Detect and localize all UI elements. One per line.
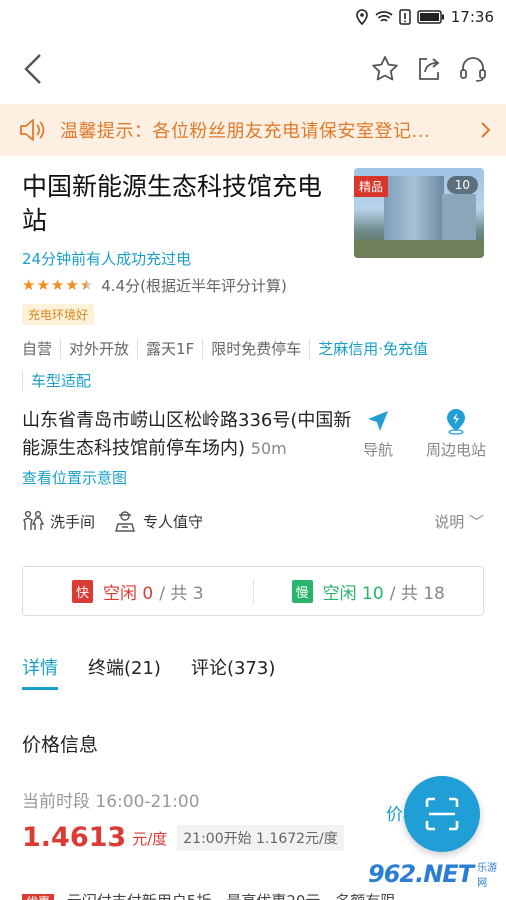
charging-ports: 快 空闲 0 / 共 3 慢 空闲 10 / 共 18 xyxy=(22,566,484,616)
rating-text: 4.4分(根据近半年评分计算) xyxy=(101,277,287,295)
chevron-left-icon xyxy=(24,54,41,84)
slow-badge: 慢 xyxy=(291,579,313,603)
fast-idle-count: 0 xyxy=(142,583,154,604)
star-outline-icon xyxy=(372,56,398,81)
nearby-station-icon xyxy=(447,409,465,435)
environment-tag: 充电环境好 xyxy=(22,304,95,325)
watermark: 962.NET 乐游网 xyxy=(368,854,500,894)
star-icon: ★ xyxy=(22,276,36,294)
facility-restroom-label: 洗手间 xyxy=(50,512,96,531)
price-section-title: 价格信息 xyxy=(22,734,99,756)
nearby-stations-button[interactable]: 周边电站 xyxy=(418,407,494,460)
station-title: 中国新能源生态科技馆充电站 xyxy=(22,172,323,235)
tab-details[interactable]: 详情 xyxy=(22,654,58,690)
station-info: 中国新能源生态科技馆充电站 精品 10 24分钟前有人成功充过电 ★ ★ ★ ★… xyxy=(0,156,506,532)
half-star-icon: ★ xyxy=(79,276,94,294)
promo-text: 云闪付支付新用户5折，最高优惠20元，名额有限 xyxy=(67,892,396,900)
back-button[interactable] xyxy=(18,54,48,84)
address-text: 山东省青岛市崂山区松岭路336号(中国新能源生态科技馆前停车场内) xyxy=(22,410,352,459)
rating-row: ★ ★ ★ ★ ★ 4.4分(根据近半年评分计算) xyxy=(22,275,484,296)
facility-staff: 专人值守 xyxy=(113,510,203,532)
photo-ground xyxy=(354,240,484,258)
station-tags: 自营 对外开放 露天1F 限时免费停车 芝麻信用·免充值 车型适配 xyxy=(22,339,484,391)
headset-icon xyxy=(460,57,486,82)
slow-idle-label: 空闲 10 xyxy=(323,579,384,604)
scan-icon xyxy=(425,797,459,831)
navigate-icon xyxy=(368,411,388,431)
wifi-icon xyxy=(375,11,393,22)
fast-idle-label: 空闲 0 xyxy=(103,579,153,604)
fast-total: / 共 3 xyxy=(159,583,204,604)
status-bar: 17:36 xyxy=(0,0,506,34)
explain-label: 说明 xyxy=(434,512,465,531)
station-photo[interactable]: 精品 10 xyxy=(354,168,484,258)
address: 山东省青岛市崂山区松岭路336号(中国新能源生态科技馆前停车场内) 50m xyxy=(22,407,352,463)
facility-restroom: 洗手间 xyxy=(22,510,95,532)
share-icon xyxy=(419,58,440,80)
photo-building-side xyxy=(442,194,476,244)
navigate-label: 导航 xyxy=(362,441,393,459)
tab-terminals[interactable]: 终端(21) xyxy=(88,654,161,690)
location-icon xyxy=(355,9,368,25)
price-unit: 元/度 xyxy=(132,830,168,848)
slow-idle-count: 10 xyxy=(362,583,384,604)
star-icon: ★ xyxy=(36,276,50,294)
tag-free-parking: 限时免费停车 xyxy=(202,339,309,359)
star-icon: ★ xyxy=(65,276,79,294)
fast-port-summary[interactable]: 快 空闲 0 / 共 3 xyxy=(23,579,253,604)
tag-self-operated: 自营 xyxy=(22,340,53,358)
favorite-button[interactable] xyxy=(370,54,400,84)
tag-outdoor: 露天1F xyxy=(137,339,202,359)
tag-vehicle-compatibility[interactable]: 车型适配 xyxy=(22,371,99,391)
speaker-icon xyxy=(20,119,45,141)
facility-staff-label: 专人值守 xyxy=(143,512,204,531)
restroom-icon xyxy=(23,510,44,530)
watermark-logo-text: 962.NET xyxy=(368,860,474,888)
slow-total: / 共 18 xyxy=(389,583,445,604)
chevron-right-icon xyxy=(481,122,491,138)
nav-bar xyxy=(0,34,506,104)
facilities-row: 洗手间 专人值守 说明 ﹀ xyxy=(22,510,484,532)
slow-idle-text: 空闲 xyxy=(322,583,357,604)
chevron-down-icon: ﹀ xyxy=(468,512,484,531)
star-icon: ★ xyxy=(50,276,65,294)
watermark-logo: 962.NET xyxy=(368,860,474,888)
promo-row[interactable]: 优惠 云闪付支付新用户5折，最高优惠20元，名额有限 xyxy=(22,890,395,900)
detail-tabs: 详情 终端(21) 评论(373) xyxy=(22,654,484,690)
slow-port-summary[interactable]: 慢 空闲 10 / 共 18 xyxy=(252,578,484,604)
address-row: 山东省青岛市崂山区松岭路336号(中国新能源生态科技馆前停车场内) 50m 查看… xyxy=(22,407,486,488)
share-button[interactable] xyxy=(414,54,444,84)
navigate-button[interactable]: 导航 xyxy=(356,407,400,460)
customer-service-button[interactable] xyxy=(458,54,488,84)
scan-button[interactable] xyxy=(404,776,480,852)
promo-tag: 优惠 xyxy=(22,894,55,900)
fast-idle-text: 空闲 xyxy=(102,583,137,604)
notice-text: 温馨提示：各位粉丝朋友充电请保安室登记... xyxy=(60,121,431,142)
explain-button[interactable]: 说明 ﹀ xyxy=(434,511,484,532)
tag-open: 对外开放 xyxy=(60,339,137,359)
location-map-link[interactable]: 查看位置示意图 xyxy=(22,467,484,488)
tag-zhima-credit[interactable]: 芝麻信用·免充值 xyxy=(309,339,436,359)
photo-count: 10 xyxy=(446,176,478,194)
notice-banner[interactable]: 温馨提示：各位粉丝朋友充电请保安室登记... xyxy=(0,104,506,156)
status-time: 17:36 xyxy=(450,8,494,26)
next-period-price: 21:00开始 1.1672元/度 xyxy=(177,825,344,851)
rating-stars: ★ ★ ★ ★ ★ xyxy=(22,278,93,293)
fast-badge: 快 xyxy=(71,579,93,603)
photo-building xyxy=(384,176,444,248)
current-price: 1.4613 xyxy=(22,822,127,853)
staff-icon xyxy=(115,511,135,532)
photo-badge: 精品 xyxy=(354,176,389,197)
tab-comments[interactable]: 评论(373) xyxy=(191,654,275,690)
distance: 50m xyxy=(250,439,287,458)
nearby-label: 周边电站 xyxy=(425,441,486,459)
watermark-subtitle: 乐游网 xyxy=(477,863,498,889)
alert-icon xyxy=(399,9,411,25)
battery-icon xyxy=(417,10,444,24)
